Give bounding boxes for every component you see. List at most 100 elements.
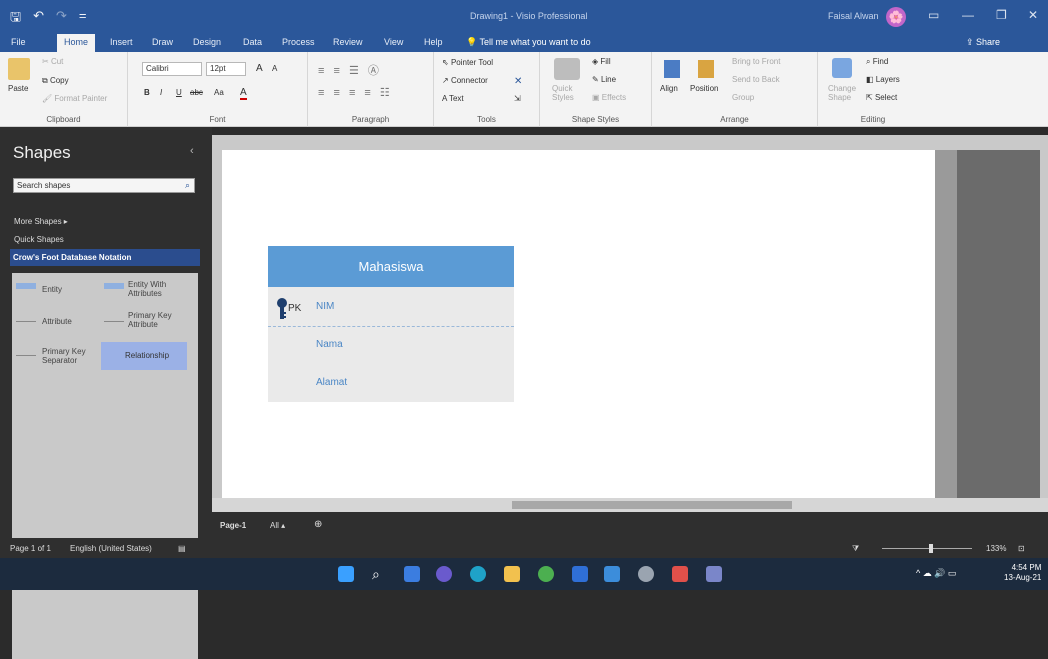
align-icon[interactable] [664,60,680,78]
language-indicator[interactable]: English (United States) [70,544,152,553]
quick-styles-icon[interactable] [554,58,580,80]
format-painter-button[interactable]: 🖌 Format Painter [42,94,107,103]
find-button[interactable]: ⌕ Find [866,57,888,67]
word-icon[interactable] [572,566,588,582]
save-icon[interactable]: 🖫 [10,8,21,30]
zoom-level[interactable]: 133% [986,544,1006,553]
change-shape-icon[interactable] [832,58,852,78]
position-icon[interactable] [698,60,714,78]
tab-insert[interactable]: Insert [110,37,133,47]
tab-page-1[interactable]: Page-1 [220,521,246,530]
restore-icon[interactable]: ❐ [996,8,1007,22]
page-indicator[interactable]: Page 1 of 1 [10,544,51,553]
paste-icon[interactable] [8,58,30,80]
font-family-select[interactable]: Calibri [142,62,202,76]
shrink-font-button[interactable]: A [272,64,277,73]
attribute-nim[interactable]: NIM [316,301,334,312]
fit-page-icon[interactable]: ⊡ [1018,544,1025,553]
clock[interactable]: 4:54 PM 13-Aug-21 [1004,563,1041,583]
redo-icon[interactable]: ↷ [56,8,67,30]
entity-shape-icon[interactable] [16,283,36,289]
close-icon[interactable]: ✕ [1028,8,1038,22]
text-block-icon[interactable]: ⇲ [514,94,521,103]
entity-with-attributes-icon[interactable] [104,283,124,289]
horizontal-scroll-thumb[interactable] [512,501,792,509]
bold-button[interactable]: B [144,88,150,97]
collapse-panel-icon[interactable]: ‹ [190,145,194,157]
align-top-icons[interactable]: ≡ ≡ ☰ Ⓐ [318,62,382,78]
stencil-relationship[interactable]: Relationship [101,342,187,370]
presentation-icon[interactable]: ⧩ [852,544,859,554]
file-explorer-icon[interactable] [504,566,520,582]
search-taskbar-icon[interactable]: ⌕ [372,566,388,582]
primary-key-attribute-icon[interactable] [104,321,124,322]
undo-icon[interactable]: ↶ [33,8,44,30]
tab-home[interactable]: Home [57,34,96,52]
connection-point-icon[interactable]: ✕ [514,76,522,87]
horizontal-scrollbar[interactable] [212,498,1048,512]
change-shape-button[interactable]: Change Shape [828,84,862,102]
zoom-slider[interactable] [882,548,972,549]
font-size-select[interactable]: 12pt [206,62,246,76]
settings-gear-icon[interactable] [638,566,654,582]
quick-styles-button[interactable]: Quick Styles [552,84,586,102]
tab-data[interactable]: Data [243,37,262,47]
stencil-attribute[interactable]: Attribute [42,317,72,326]
task-view-icon[interactable] [404,566,420,582]
system-tray[interactable]: ^ ☁ 🔊 ▭ [916,568,956,579]
avatar[interactable]: 🌸 [886,7,906,27]
group-button[interactable]: Group [732,93,754,102]
entity-header[interactable]: Mahasiswa [268,246,514,287]
fill-button[interactable]: ◈ Fill [592,57,611,66]
chrome-icon[interactable] [538,566,554,582]
search-shapes-input[interactable]: Search shapes ⌕ [13,178,195,193]
zoom-slider-thumb[interactable] [929,544,933,553]
ribbon-display-icon[interactable]: ▭ [928,8,939,22]
attribute-nama[interactable]: Nama [316,339,343,350]
stencil-entity-with-attributes[interactable]: Entity With Attributes [128,280,188,298]
strikethrough-button[interactable]: abc [190,88,203,97]
tell-me-search[interactable]: 💡 Tell me what you want to do [466,37,591,48]
grow-font-button[interactable]: A [256,63,263,74]
connector-button[interactable]: ↗ Connector [442,76,488,85]
stencil-primary-key-attribute[interactable]: Primary Key Attribute [128,311,188,329]
select-button[interactable]: ⇱ Select [866,93,897,102]
more-shapes-link[interactable]: More Shapes ▸ [14,217,68,226]
attribute-alamat[interactable]: Alamat [316,377,347,388]
tab-file[interactable]: File [11,37,26,47]
position-button[interactable]: Position [690,84,718,93]
align-button[interactable]: Align [660,84,678,93]
tab-draw[interactable]: Draw [152,37,173,47]
send-to-back-button[interactable]: Send to Back [732,75,780,84]
layers-button[interactable]: ◧ Layers [866,75,900,84]
italic-button[interactable]: I [160,88,162,97]
attribute-line-icon[interactable] [16,321,36,322]
tab-help[interactable]: Help [424,37,443,47]
stencil-primary-key-separator[interactable]: Primary Key Separator [42,347,98,365]
edge-icon[interactable] [470,566,486,582]
quick-shapes-link[interactable]: Quick Shapes [14,235,64,244]
search-icon[interactable]: ⌕ [185,180,190,191]
tab-all-pages[interactable]: All ▴ [270,521,285,530]
font-color-button[interactable]: A [240,87,247,100]
tab-review[interactable]: Review [333,37,363,47]
underline-button[interactable]: U [176,88,182,97]
pointer-tool-button[interactable]: ⇖ Pointer Tool [442,58,493,67]
start-icon[interactable] [338,566,354,582]
add-page-icon[interactable]: ⊕ [314,519,322,530]
tab-design[interactable]: Design [193,37,221,47]
line-button[interactable]: ✎ Line [592,75,616,84]
active-app-icon[interactable] [706,566,722,582]
macro-record-icon[interactable]: ▤ [178,544,186,553]
text-tool-button[interactable]: A Text [442,94,464,103]
change-case-button[interactable]: Aa [214,88,224,97]
app-icon[interactable] [672,566,688,582]
copy-button[interactable]: ⧉ Copy [42,76,69,86]
primary-key-separator-icon[interactable] [16,355,36,356]
effects-button[interactable]: ▣ Effects [592,93,626,102]
bring-to-front-button[interactable]: Bring to Front [732,57,780,66]
chat-icon[interactable] [436,566,452,582]
visio-icon[interactable] [604,566,620,582]
align-text-icons[interactable]: ≡ ≡ ≡ ≡ ☷ [318,86,393,99]
cut-button[interactable]: ✂ Cut [42,57,63,66]
